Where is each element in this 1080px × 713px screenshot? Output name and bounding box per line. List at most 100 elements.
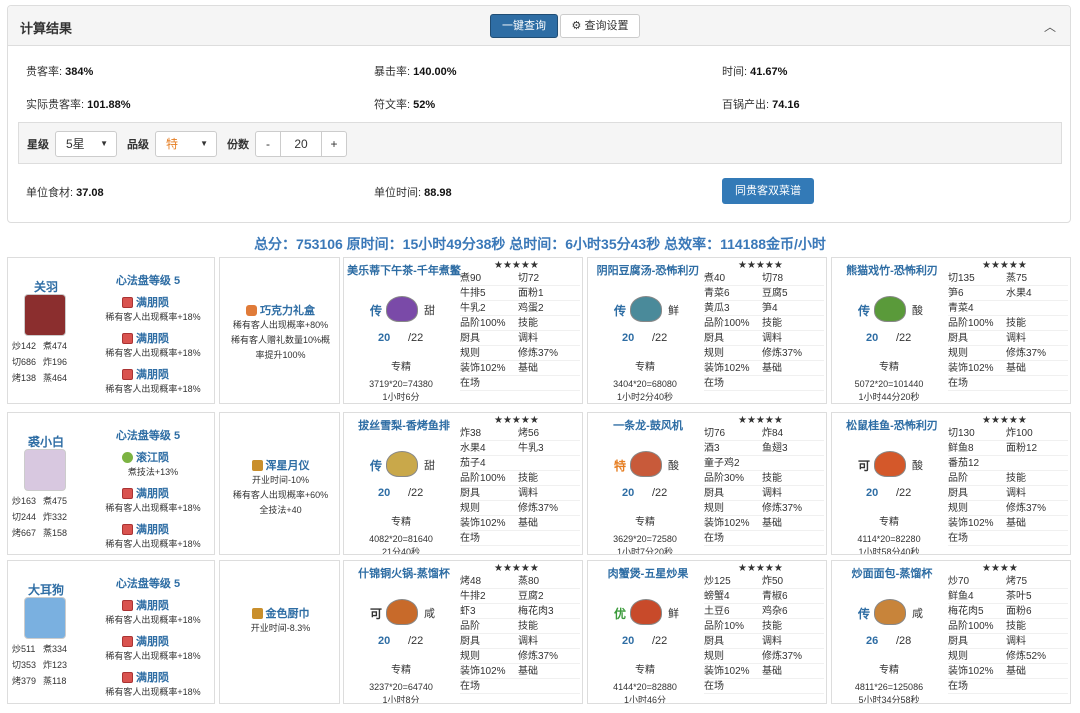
rune-icon xyxy=(122,369,133,380)
equip-item-label: 满朋陨 xyxy=(136,297,169,309)
recipe-grade: 传 xyxy=(614,304,627,318)
recipe-stars: ★★★★★ xyxy=(494,415,539,426)
recipe-detail-cell: 牛乳2 xyxy=(460,303,486,314)
recipe-detail-cell: 炒125 xyxy=(704,576,731,587)
chef-stat-row: 炒142 煮474 xyxy=(12,338,84,354)
tool-name-label: 金色厨巾 xyxy=(265,608,310,620)
recipe-detail-cell: 修炼37% xyxy=(762,503,803,514)
recipe-detail-cell: 切135 xyxy=(948,273,975,284)
recipe-calc-line: 3719*20=74380 xyxy=(369,379,433,389)
tool-desc-line: 稀有客人出现概率+80% xyxy=(232,320,329,330)
recipe-detail-cell: 煮90 xyxy=(460,273,482,284)
portion-input[interactable]: 20 xyxy=(280,131,322,157)
portion-label: 份数 xyxy=(227,139,249,151)
tool-card: 金色厨巾 开业时间-8.3% xyxy=(219,560,340,704)
recipe-dish-icon xyxy=(874,296,906,322)
query-settings-button[interactable]: ⚙ 查询设置 xyxy=(560,14,640,38)
chef-card: 关羽 炒142 煮474 切686 炸196 烤138 蒸464 心法盘等级 5 满朋陨 稀有客人… xyxy=(7,257,215,404)
recipe-flavor: 鲜 xyxy=(668,305,679,317)
recipe-detail-cell: 鲜鱼8 xyxy=(948,443,974,454)
grade-select-value: 特 xyxy=(166,137,179,151)
panel-header: 计算结果 一键查询 ⚙ 查询设置 ︿ xyxy=(8,6,1070,46)
recipe-detail-cell: 牛排5 xyxy=(460,288,486,299)
star-label: 星级 xyxy=(27,139,49,151)
chef-avatar xyxy=(24,597,66,639)
chef-stat: 炒142 xyxy=(12,341,37,351)
recipe-detail-row: 青菜6 豆腐5 xyxy=(704,286,824,301)
recipe-specialty: 专精 xyxy=(879,517,899,528)
recipe-title[interactable]: 炒面面包-蒸馏杯 xyxy=(835,567,949,582)
equip-item-name[interactable]: 满朋陨 xyxy=(122,633,169,649)
recipe-detail-cell: 炸50 xyxy=(762,576,784,587)
tool-card: 巧克力礼盒 稀有客人出现概率+80% 稀有客人赠礼数量10%概 率提升100% xyxy=(219,257,340,404)
recipe-detail-row: 酒3 鱼翅3 xyxy=(704,441,824,456)
recipe-detail-cell: 螃蟹4 xyxy=(704,591,730,602)
collapse-chevron-icon[interactable]: ︿ xyxy=(1044,18,1056,35)
recipe-title[interactable]: 阴阳豆腐汤-恐怖利刃 xyxy=(591,264,705,279)
recipe-detail-row: 厨具 调料 xyxy=(460,331,580,346)
recipe-detail-cell: 炸38 xyxy=(460,428,482,439)
recipe-detail-cell: 调料 xyxy=(518,488,538,499)
equip-item-name[interactable]: 满朋陨 xyxy=(122,521,169,537)
recipe-detail-row: 装饰102% 基础 xyxy=(460,664,580,679)
recipe-detail-cell: 装饰102% xyxy=(460,518,506,529)
chef-stat: 切686 xyxy=(12,357,37,367)
recipe-detail-cell: 在场 xyxy=(460,681,480,692)
recipe-detail-grid: 炒125 炸50 螃蟹4 青椒6 土豆6 鸡杂6 品阶10% 技能 厨具 调料 规则 修炼37% 装饰1… xyxy=(704,574,824,694)
stat-value: 384% xyxy=(65,66,94,78)
recipe-calc: 5072*20=101440 1小时44分20秒 xyxy=(832,378,946,403)
equip-item-name[interactable]: 满朋陨 xyxy=(122,597,169,613)
equip-item-desc: 稀有客人出现概率+18% xyxy=(105,651,201,661)
equip-item-name[interactable]: 满朋陨 xyxy=(122,485,169,501)
recipe-specialty: 专精 xyxy=(879,665,899,676)
tool-name[interactable]: 巧克力礼盒 xyxy=(220,302,339,318)
equip-item-label: 满朋陨 xyxy=(136,600,169,612)
chef-stat: 切353 xyxy=(12,660,37,670)
tool-name[interactable]: 浑星月仪 xyxy=(220,457,339,473)
recipe-limit: /22 xyxy=(896,487,912,499)
equip-item-name[interactable]: 满朋陨 xyxy=(122,294,169,310)
equip-item-name[interactable]: 满朋陨 xyxy=(122,669,169,685)
recipe-title[interactable]: 松鼠桂鱼-恐怖利刃 xyxy=(835,419,949,434)
recipe-grade: 优 xyxy=(614,607,627,621)
recipe-detail-cell: 在场 xyxy=(948,378,968,389)
recipe-detail-grid: 切135 蒸75 笋6 水果4 青菜4 品阶100% 技能 厨具 调料 规则 修炼37% 装饰102%… xyxy=(948,271,1068,391)
recipe-title[interactable]: 肉蟹煲-五星炒果 xyxy=(591,567,705,582)
tool-name[interactable]: 金色厨巾 xyxy=(220,605,339,621)
recipe-detail-cell: 蒸75 xyxy=(1006,273,1028,284)
recipe-calc-line: 1小时6分 xyxy=(382,392,420,402)
equip-item-label: 滚江陨 xyxy=(136,452,169,464)
recipe-flavor: 甜 xyxy=(424,305,435,317)
equip-item-name[interactable]: 满朋陨 xyxy=(122,366,169,382)
recipe-detail-row: 厨具 调料 xyxy=(704,331,824,346)
equip-item-name[interactable]: 满朋陨 xyxy=(122,330,169,346)
star-select[interactable]: 5星 ▼ xyxy=(55,131,117,157)
recipe-title[interactable]: 一条龙-鼓风机 xyxy=(591,419,705,434)
recipe-title[interactable]: 拔丝雪梨-香烤鱼排 xyxy=(347,419,461,434)
equip-item-name[interactable]: 滚江陨 xyxy=(122,449,169,465)
tool-desc-line: 率提升100% xyxy=(255,350,306,360)
stat-actual-guest-rate: 实际贵客率: 101.88% xyxy=(26,96,131,112)
recipe-calc-line: 3629*20=72580 xyxy=(613,534,677,544)
one-click-query-button[interactable]: 一键查询 xyxy=(490,14,558,38)
recipe-flavor: 咸 xyxy=(912,608,923,620)
unit-food-label: 单位食材: xyxy=(26,187,74,199)
recipe-detail-row: 装饰102% 基础 xyxy=(460,361,580,376)
recipe-title[interactable]: 美乐蒂下午茶-千年煮鳖 xyxy=(347,264,461,279)
recipe-title[interactable]: 熊猫戏竹-恐怖利刃 xyxy=(835,264,949,279)
grade-select[interactable]: 特 ▼ xyxy=(155,131,217,157)
portion-plus-button[interactable]: + xyxy=(321,131,347,157)
recipe-grade: 传 xyxy=(370,459,383,473)
dual-recipe-button[interactable]: 同贵客双菜谱 xyxy=(722,178,814,204)
recipe-stars: ★★★★★ xyxy=(982,260,1027,271)
recipe-title[interactable]: 什锦铜火锅-蒸馏杯 xyxy=(347,567,461,582)
recipe-limit: /22 xyxy=(652,635,668,647)
recipe-detail-cell: 修炼37% xyxy=(762,348,803,359)
recipe-detail-cell: 在场 xyxy=(948,533,968,544)
recipe-detail-row: 装饰102% 基础 xyxy=(704,664,824,679)
rune-icon xyxy=(122,488,133,499)
chef-stat: 炸332 xyxy=(43,512,68,522)
portion-minus-button[interactable]: - xyxy=(255,131,281,157)
chef-skill-stats: 炒511 煮334 切353 炸123 烤379 蒸118 xyxy=(12,641,84,689)
recipe-detail-cell: 切76 xyxy=(704,428,726,439)
